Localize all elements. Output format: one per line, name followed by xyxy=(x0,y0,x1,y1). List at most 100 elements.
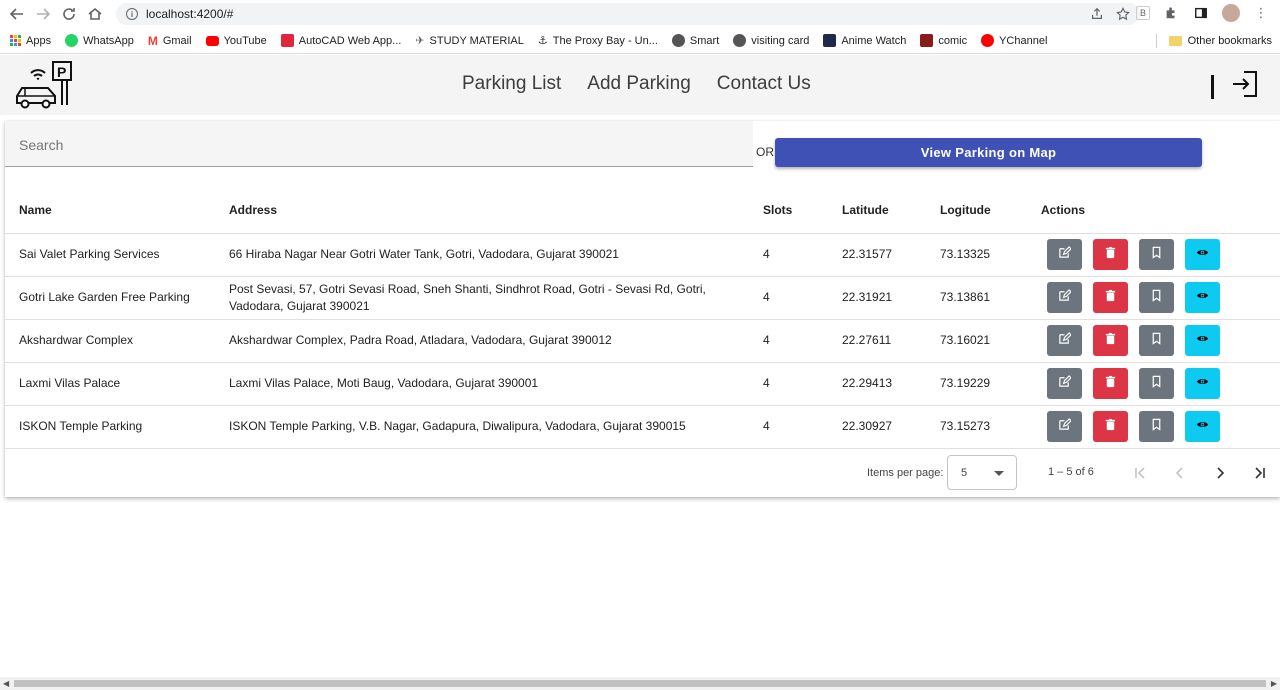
eye-icon xyxy=(1196,246,1209,264)
search-input[interactable]: Search xyxy=(5,121,753,167)
reload-icon[interactable] xyxy=(56,1,82,27)
back-icon[interactable] xyxy=(4,1,30,27)
extension-b-icon[interactable]: B xyxy=(1136,6,1150,20)
view-on-map-button[interactable]: View Parking on Map xyxy=(775,138,1202,167)
edit-button[interactable] xyxy=(1047,411,1082,442)
bookmark-button[interactable] xyxy=(1139,239,1174,270)
caret-down-icon xyxy=(994,471,1004,476)
nav-contact-us[interactable]: Contact Us xyxy=(717,73,811,95)
cell-latitude: 22.31577 xyxy=(842,233,940,277)
bookmark-anime-watch[interactable]: Anime Watch xyxy=(823,34,906,47)
cell-slots: 4 xyxy=(763,233,842,277)
bookmark-apps[interactable]: Apps xyxy=(10,35,51,47)
cell-slots: 4 xyxy=(763,276,842,320)
edit-button[interactable] xyxy=(1047,239,1082,270)
view-button[interactable] xyxy=(1185,239,1220,270)
header-longitude[interactable]: Logitude xyxy=(940,187,1041,234)
bookmark-comic[interactable]: comic xyxy=(920,34,967,47)
header-name[interactable]: Name xyxy=(5,187,229,234)
delete-button[interactable] xyxy=(1093,411,1128,442)
bookmark-icon xyxy=(1150,332,1163,350)
youtube-icon xyxy=(205,35,219,46)
cell-actions xyxy=(1041,362,1280,406)
home-icon[interactable] xyxy=(82,1,108,27)
other-bookmarks[interactable]: Other bookmarks xyxy=(1155,34,1272,48)
bookmark-visiting-card[interactable]: visiting card xyxy=(733,34,809,47)
view-button[interactable] xyxy=(1185,282,1220,313)
site-info-icon[interactable]: i xyxy=(126,8,138,20)
nav-add-parking[interactable]: Add Parking xyxy=(587,73,691,95)
cell-actions xyxy=(1041,405,1280,449)
bookmark-proxy-bay[interactable]: ⚓ The Proxy Bay - Un... xyxy=(537,34,658,48)
delete-button[interactable] xyxy=(1093,282,1128,313)
prev-page-icon[interactable] xyxy=(1171,464,1189,482)
view-button[interactable] xyxy=(1185,368,1220,399)
trash-icon xyxy=(1104,289,1117,307)
paginator: Items per page: 5 1 – 5 of 6 xyxy=(5,455,1280,491)
bookmark-ychannel[interactable]: YChannel xyxy=(981,34,1047,47)
puzzle-icon[interactable] xyxy=(1162,4,1180,22)
bookmark-smart[interactable]: Smart xyxy=(671,34,720,47)
bookmark-autocad[interactable]: AutoCAD Web App... xyxy=(280,34,402,47)
last-page-icon[interactable] xyxy=(1251,464,1269,482)
bookmark-button[interactable] xyxy=(1139,368,1174,399)
bookmark-label: Smart xyxy=(689,34,720,47)
edit-button[interactable] xyxy=(1047,282,1082,313)
bookmark-button[interactable] xyxy=(1139,282,1174,313)
cell-name: Sai Valet Parking Services xyxy=(5,233,229,277)
gmail-icon: M xyxy=(147,33,158,48)
cell-address: ISKON Temple Parking, V.B. Nagar, Gadapu… xyxy=(229,405,763,449)
header-address[interactable]: Address xyxy=(229,187,763,234)
cell-latitude: 22.30927 xyxy=(842,405,940,449)
app-header: P Parking List Add Parking Contact Us xyxy=(0,55,1280,115)
main-nav: Parking List Add Parking Contact Us xyxy=(462,73,811,95)
next-page-icon[interactable] xyxy=(1211,464,1229,482)
cell-name: Akshardwar Complex xyxy=(5,319,229,363)
bookmark-whatsapp[interactable]: WhatsApp xyxy=(65,34,134,47)
login-icon[interactable] xyxy=(1230,69,1260,104)
edit-icon xyxy=(1058,374,1072,393)
address-bar[interactable]: i localhost:4200/# xyxy=(116,3,1140,25)
edit-button[interactable] xyxy=(1047,325,1082,356)
cell-address: Post Sevasi, 57, Gotri Sevasi Road, Sneh… xyxy=(229,276,763,320)
view-button[interactable] xyxy=(1185,325,1220,356)
first-page-icon[interactable] xyxy=(1131,464,1149,482)
header-latitude[interactable]: Latitude xyxy=(842,187,940,234)
delete-button[interactable] xyxy=(1093,325,1128,356)
parking-logo-icon[interactable]: P xyxy=(14,59,76,113)
edit-button[interactable] xyxy=(1047,368,1082,399)
proxy-bay-icon: ⚓ xyxy=(537,35,548,47)
globe-icon xyxy=(671,34,685,47)
delete-button[interactable] xyxy=(1093,239,1128,270)
cell-slots: 4 xyxy=(763,362,842,406)
scroll-right-icon[interactable]: ▶ xyxy=(1271,679,1277,688)
delete-button[interactable] xyxy=(1093,368,1128,399)
page-size-select[interactable]: 5 xyxy=(947,455,1017,490)
header-slots[interactable]: Slots xyxy=(763,187,842,234)
bookmark-button[interactable] xyxy=(1139,411,1174,442)
menu-dots-icon[interactable]: ⋮ xyxy=(1252,4,1270,22)
table-row: Gotri Lake Garden Free Parking Post Seva… xyxy=(5,276,1280,320)
sidepanel-icon[interactable] xyxy=(1192,4,1210,22)
horizontal-scrollbar[interactable]: ◀ ▶ xyxy=(0,677,1280,690)
bookmark-label: Anime Watch xyxy=(841,34,907,47)
page-size-value: 5 xyxy=(961,467,968,479)
forward-icon[interactable] xyxy=(30,1,56,27)
scroll-left-icon[interactable]: ◀ xyxy=(3,679,9,688)
view-button[interactable] xyxy=(1185,411,1220,442)
share-icon[interactable] xyxy=(1090,7,1104,21)
whatsapp-icon xyxy=(65,34,79,47)
bookmark-button[interactable] xyxy=(1139,325,1174,356)
bookmark-youtube[interactable]: YouTube xyxy=(205,35,267,47)
bookmark-label: AutoCAD Web App... xyxy=(298,34,402,47)
scrollbar-thumb[interactable] xyxy=(14,680,1266,687)
nav-parking-list[interactable]: Parking List xyxy=(462,73,561,95)
apps-grid-icon xyxy=(10,35,21,46)
eye-icon xyxy=(1196,332,1209,350)
profile-avatar[interactable] xyxy=(1222,4,1240,22)
bookmark-icon xyxy=(1150,375,1163,393)
star-icon[interactable] xyxy=(1116,7,1130,21)
bookmark-study-material[interactable]: ✈ STUDY MATERIAL xyxy=(415,34,524,48)
bookmark-gmail[interactable]: M Gmail xyxy=(148,34,192,48)
trash-icon xyxy=(1104,332,1117,350)
